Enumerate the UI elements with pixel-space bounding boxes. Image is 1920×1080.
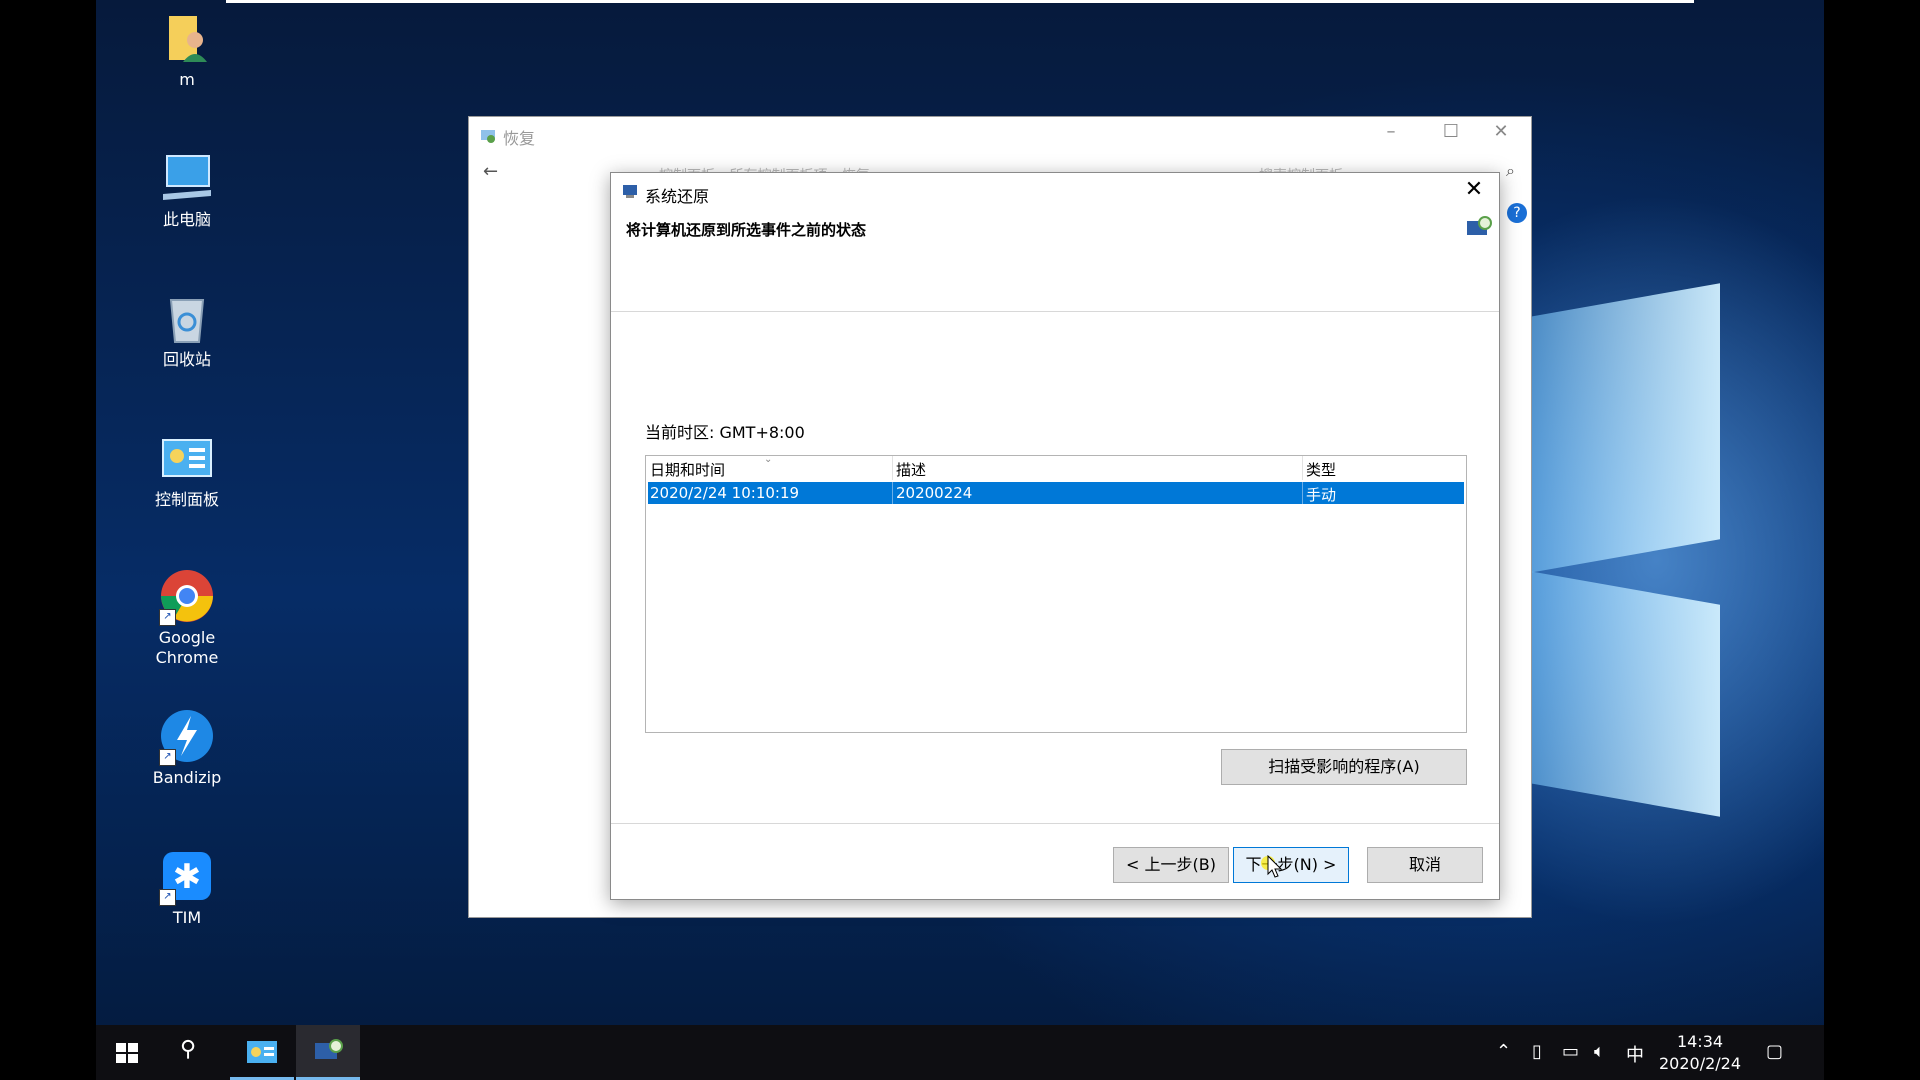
windows-logo-pane-bottom (1530, 571, 1720, 817)
minimize-icon[interactable]: – (1371, 121, 1411, 142)
tim-icon: ✱ ↗ (159, 848, 215, 906)
system-restore-icon (315, 1039, 343, 1059)
timezone-label: 当前时区: GMT+8:00 (645, 423, 805, 442)
usb-device-icon[interactable]: ▯ (1532, 1041, 1542, 1062)
taskbar-search-button[interactable]: ⚲ (160, 1025, 224, 1080)
show-hidden-icons-chevron-icon[interactable]: ⌃ (1496, 1041, 1511, 1062)
desktop: m 此电脑 回收站 控制面板 ↗ Google Chrome ↗ Bandizi… (96, 0, 1824, 1080)
chrome-icon: ↗ (159, 568, 215, 626)
header-divider (611, 311, 1499, 312)
network-icon[interactable]: ▭ (1562, 1041, 1579, 1062)
desktop-icon-chrome[interactable]: ↗ Google Chrome (132, 568, 242, 668)
volume-icon[interactable]: 🔈︎ (1594, 1041, 1605, 1062)
control-panel-icon (159, 430, 215, 486)
close-icon[interactable]: ✕ (1481, 121, 1521, 142)
row-datetime: 2020/2/24 10:10:19 (650, 484, 800, 502)
sort-chevron-icon: ⌄ (764, 454, 773, 465)
recovery-icon (479, 127, 497, 145)
clock-date: 2020/2/24 (1658, 1054, 1742, 1073)
ime-indicator[interactable]: 中 (1626, 1041, 1644, 1067)
dialog-title: 系统还原 (645, 187, 710, 206)
desktop-icon-user-folder[interactable]: m (132, 10, 242, 90)
top-window-edge (226, 0, 1694, 3)
desktop-icon-control-panel[interactable]: 控制面板 (132, 430, 242, 510)
close-icon[interactable]: ✕ (1459, 177, 1489, 202)
start-button[interactable] (96, 1025, 160, 1080)
control-panel-icon (247, 1041, 277, 1063)
cancel-button[interactable]: 取消 (1367, 847, 1483, 883)
clock-time: 14:34 (1676, 1032, 1724, 1051)
column-divider (1302, 482, 1303, 504)
table-row[interactable]: 2020/2/24 10:10:19 20200224 手动 (648, 482, 1464, 504)
desktop-icon-label: 此电脑 (162, 210, 211, 229)
computer-icon (159, 150, 215, 206)
action-center-icon[interactable]: ▢ (1766, 1041, 1783, 1062)
bandizip-icon: ↗ (159, 708, 215, 766)
shortcut-arrow-icon: ↗ (159, 609, 176, 626)
row-description: 20200224 (896, 484, 973, 502)
desktop-icon-bandizip[interactable]: ↗ Bandizip (132, 708, 242, 788)
column-header-description[interactable]: 描述 (896, 459, 926, 480)
desktop-icon-tim[interactable]: ✱ ↗ TIM (132, 848, 242, 928)
system-restore-dialog: 系统还原 ✕ 将计算机还原到所选事件之前的状态 当前时区: GMT+8:00 日… (610, 172, 1500, 900)
back-arrow-icon[interactable]: ← (483, 161, 498, 182)
back-button[interactable]: < 上一步(B) (1113, 847, 1229, 883)
column-header-datetime[interactable]: 日期和时间 (650, 459, 725, 480)
footer-divider (611, 823, 1499, 824)
restore-points-table[interactable]: 日期和时间 ⌄ 描述 类型 2020/2/24 10:10:19 2020022… (645, 454, 1467, 733)
desktop-icon-label: 控制面板 (154, 490, 219, 509)
scan-affected-programs-button[interactable]: 扫描受影响的程序(A) (1221, 749, 1467, 785)
dialog-heading: 将计算机还原到所选事件之前的状态 (626, 221, 867, 239)
desktop-icon-label: TIM (172, 908, 202, 927)
desktop-icon-label: Google Chrome (155, 628, 219, 667)
maximize-icon[interactable]: ☐ (1431, 121, 1471, 142)
taskbar-system-restore[interactable] (296, 1025, 360, 1080)
system-restore-icon (621, 183, 639, 201)
desktop-icon-label: Bandizip (152, 768, 222, 787)
desktop-icon-this-pc[interactable]: 此电脑 (132, 150, 242, 230)
row-type: 手动 (1306, 486, 1337, 504)
taskbar-clock[interactable]: 14:34 2020/2/24 (1658, 1031, 1742, 1075)
windows-start-icon (116, 1043, 138, 1063)
desktop-icon-label: m (179, 70, 195, 89)
column-divider (892, 456, 893, 480)
svg-text:✱: ✱ (173, 857, 202, 897)
column-divider (1302, 456, 1303, 480)
table-header: 日期和时间 ⌄ 描述 类型 (646, 454, 1466, 480)
desktop-icon-recycle-bin[interactable]: 回收站 (132, 290, 242, 370)
taskbar-control-panel[interactable] (230, 1025, 294, 1080)
next-button[interactable]: 下一步(N) > (1233, 847, 1349, 883)
shortcut-arrow-icon: ↗ (159, 749, 176, 766)
column-divider (892, 482, 893, 504)
column-header-type[interactable]: 类型 (1306, 459, 1336, 480)
search-icon[interactable]: ⌕ (1506, 161, 1515, 181)
system-restore-large-icon (1463, 215, 1493, 245)
shortcut-arrow-icon: ↗ (159, 889, 176, 906)
mouse-cursor-icon (1267, 855, 1283, 878)
recycle-bin-icon (159, 290, 215, 346)
desktop-icon-label: 回收站 (162, 350, 211, 369)
window-title: 恢复 (503, 129, 536, 148)
windows-logo-pane-top (1530, 283, 1720, 573)
taskbar: ⚲ ⌃ ▯ ▭ 🔈︎ 中 14:34 2020/2/24 ▢ (96, 1025, 1824, 1080)
user-folder-icon (159, 10, 215, 66)
search-icon: ⚲ (180, 1037, 197, 1062)
help-icon[interactable]: ? (1507, 203, 1527, 223)
